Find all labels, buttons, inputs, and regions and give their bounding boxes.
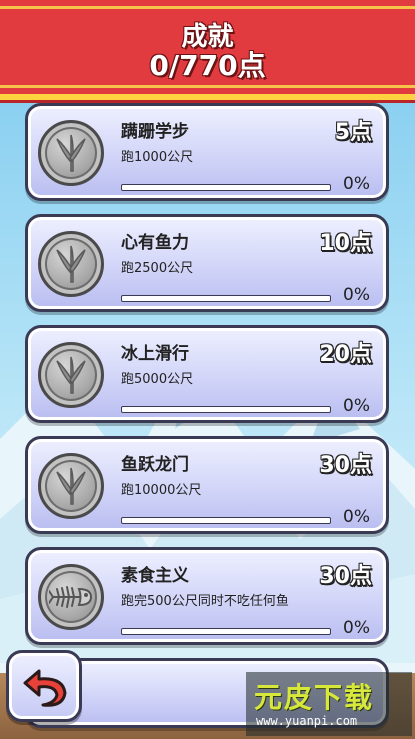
progress-bar bbox=[121, 628, 331, 635]
achievement-card[interactable]: 蹒跚学步 跑1000公尺 5点 0% bbox=[25, 103, 389, 201]
achievement-description: 跑完500公尺同时不吃任何鱼 bbox=[121, 594, 289, 609]
achievement-title: 冰上滑行 bbox=[121, 344, 189, 364]
achievement-card[interactable]: 鱼跃龙门 跑10000公尺 30点 0% bbox=[25, 436, 389, 534]
medal bbox=[38, 231, 104, 297]
achievement-card[interactable]: 冰上滑行 跑5000公尺 20点 0% bbox=[25, 325, 389, 423]
watermark-logo-text: 元皮下载 bbox=[254, 681, 375, 714]
progress-percent: 0% bbox=[343, 174, 370, 194]
achievement-title: 鱼跃龙门 bbox=[121, 455, 189, 475]
medal bbox=[38, 120, 104, 186]
fish-skeleton-icon bbox=[49, 586, 93, 608]
achievement-points: 30点 bbox=[319, 564, 372, 589]
achievement-points: 10点 bbox=[319, 231, 372, 256]
medal bbox=[38, 342, 104, 408]
achievement-points: 30点 bbox=[319, 453, 372, 478]
achievement-points: 20点 bbox=[319, 342, 372, 367]
achievement-description: 跑2500公尺 bbox=[121, 261, 194, 276]
medal bbox=[38, 453, 104, 519]
bird-footprint-icon bbox=[56, 467, 86, 505]
progress-bar bbox=[121, 406, 331, 413]
achievement-card[interactable]: 素食主义 跑完500公尺同时不吃任何鱼 30点 0% bbox=[25, 547, 389, 645]
progress-percent: 0% bbox=[343, 285, 370, 305]
achievement-title: 素食主义 bbox=[121, 566, 189, 586]
total-points: 0/770点 bbox=[149, 49, 266, 82]
achievement-points: 5点 bbox=[334, 120, 372, 145]
bird-footprint-icon bbox=[56, 356, 86, 394]
achievement-description: 跑5000公尺 bbox=[121, 372, 194, 387]
progress-percent: 0% bbox=[343, 396, 370, 416]
progress-bar bbox=[121, 517, 331, 524]
medal bbox=[38, 564, 104, 630]
back-button[interactable] bbox=[6, 650, 82, 722]
bird-footprint-icon bbox=[56, 245, 86, 283]
progress-bar bbox=[121, 184, 331, 191]
achievement-card[interactable]: 心有鱼力 跑2500公尺 10点 0% bbox=[25, 214, 389, 312]
watermark-url: www.yuanpi.com bbox=[256, 714, 358, 728]
progress-bar bbox=[121, 295, 331, 302]
header-banner: 成就 0/770点 bbox=[0, 0, 415, 100]
back-arrow-icon bbox=[23, 669, 67, 707]
achievement-title: 蹒跚学步 bbox=[121, 122, 189, 142]
progress-percent: 0% bbox=[343, 618, 370, 638]
watermark: 元皮下载 www.yuanpi.com bbox=[246, 672, 412, 736]
achievement-description: 跑1000公尺 bbox=[121, 150, 194, 165]
achievement-title: 心有鱼力 bbox=[121, 233, 189, 253]
progress-percent: 0% bbox=[343, 507, 370, 527]
bird-footprint-icon bbox=[56, 134, 86, 172]
achievement-description: 跑10000公尺 bbox=[121, 483, 202, 498]
